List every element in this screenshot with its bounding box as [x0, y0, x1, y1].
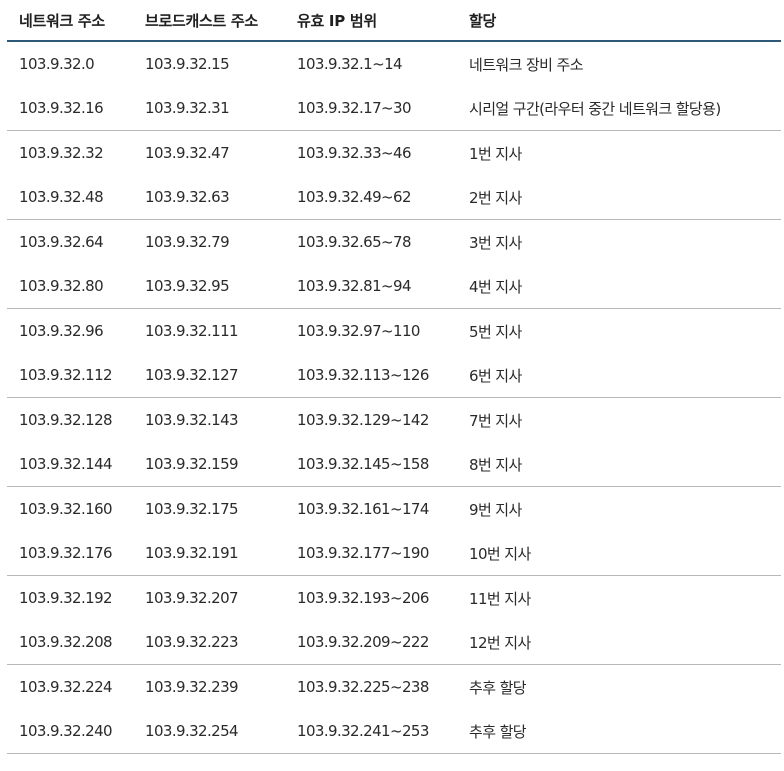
- cell-valid-ip-range: 103.9.32.65~78: [297, 233, 412, 251]
- cell-network-address: 103.9.32.240: [7, 709, 133, 754]
- table-row: 103.9.32.16 103.9.32.31 103.9.32.17~30 시리얼 …: [7, 86, 781, 131]
- cell-broadcast-address: 103.9.32.63: [133, 175, 285, 220]
- header-broadcast-address: 브로드캐스트 주소: [133, 0, 285, 42]
- cell-valid-ip-range: 103.9.32.177~190: [285, 531, 457, 576]
- cell-allocation: 6번 지사: [457, 353, 781, 398]
- cell-broadcast-address: 103.9.32.191: [133, 531, 285, 576]
- cell-network-address: 103.9.32.128: [19, 411, 113, 429]
- table-row: 103.9.32.32 103.9.32.47 103.9.32.33~46 1번 지…: [7, 131, 781, 176]
- cell-network-address: 103.9.32.96: [19, 322, 104, 340]
- cell-network-address: 103.9.32.208: [7, 620, 133, 665]
- table-row: 103.9.32.80 103.9.32.95 103.9.32.81~94 4번 지…: [7, 264, 781, 309]
- cell-network-address: 103.9.32.64: [19, 233, 104, 251]
- cell-valid-ip-range: 103.9.32.225~238: [297, 678, 429, 696]
- cell-allocation: 4번 지사: [457, 264, 781, 309]
- cell-broadcast-address: 103.9.32.79: [145, 233, 230, 251]
- cell-broadcast-address: 103.9.32.223: [133, 620, 285, 665]
- table-row: 103.9.32.160 103.9.32.175 103.9.32.161~174…: [7, 487, 781, 532]
- table-header: 네트워크 주소 브로드캐스트 주소 유효 IP 범위 할당: [7, 0, 781, 42]
- cell-broadcast-address: 103.9.32.95: [133, 264, 285, 309]
- table-body: 103.9.32.0 103.9.32.15 103.9.32.1~14 네트워크 장…: [7, 41, 781, 754]
- table-row: 103.9.32.64 103.9.32.79 103.9.32.65~78 3번 지…: [7, 220, 781, 265]
- cell-broadcast-address: 103.9.32.15: [145, 55, 230, 73]
- cell-network-address: 103.9.32.48: [7, 175, 133, 220]
- cell-broadcast-address: 103.9.32.207: [145, 589, 239, 607]
- cell-broadcast-address: 103.9.32.111: [145, 322, 239, 340]
- cell-broadcast-address: 103.9.32.239: [145, 678, 239, 696]
- cell-valid-ip-range: 103.9.32.81~94: [285, 264, 457, 309]
- cell-valid-ip-range: 103.9.32.161~174: [297, 500, 429, 518]
- cell-network-address: 103.9.32.80: [7, 264, 133, 309]
- cell-valid-ip-range: 103.9.32.145~158: [285, 442, 457, 487]
- cell-broadcast-address: 103.9.32.254: [133, 709, 285, 754]
- cell-broadcast-address: 103.9.32.127: [133, 353, 285, 398]
- cell-valid-ip-range: 103.9.32.113~126: [285, 353, 457, 398]
- table-row: 103.9.32.96 103.9.32.111 103.9.32.97~110 5번…: [7, 309, 781, 354]
- cell-valid-ip-range: 103.9.32.193~206: [297, 589, 429, 607]
- cell-network-address: 103.9.32.160: [19, 500, 113, 518]
- header-valid-ip-range: 유효 IP 범위: [285, 0, 457, 42]
- table-row: 103.9.32.240 103.9.32.254 103.9.32.241~253…: [7, 709, 781, 754]
- cell-valid-ip-range: 103.9.32.97~110: [297, 322, 420, 340]
- cell-valid-ip-range: 103.9.32.209~222: [285, 620, 457, 665]
- table-header-row: 네트워크 주소 브로드캐스트 주소 유효 IP 범위 할당: [7, 0, 781, 42]
- cell-allocation: 시리얼 구간(라우터 중간 네트워크 할당용): [457, 86, 781, 131]
- cell-allocation: 12번 지사: [457, 620, 781, 665]
- cell-broadcast-address: 103.9.32.159: [133, 442, 285, 487]
- table-row: 103.9.32.208 103.9.32.223 103.9.32.209~222…: [7, 620, 781, 665]
- cell-network-address: 103.9.32.0: [19, 55, 95, 73]
- cell-allocation: 3번 지사: [469, 233, 522, 252]
- cell-allocation: 1번 지사: [469, 144, 522, 163]
- cell-allocation: 네트워크 장비 주소: [469, 55, 584, 74]
- cell-broadcast-address: 103.9.32.175: [145, 500, 239, 518]
- cell-allocation: 7번 지사: [469, 411, 522, 430]
- cell-network-address: 103.9.32.192: [19, 589, 113, 607]
- cell-allocation: 추후 할당: [469, 678, 527, 697]
- table-row: 103.9.32.112 103.9.32.127 103.9.32.113~126…: [7, 353, 781, 398]
- cell-allocation: 10번 지사: [457, 531, 781, 576]
- cell-valid-ip-range: 103.9.32.241~253: [285, 709, 457, 754]
- cell-network-address: 103.9.32.32: [19, 144, 104, 162]
- cell-broadcast-address: 103.9.32.47: [145, 144, 230, 162]
- table-row: 103.9.32.0 103.9.32.15 103.9.32.1~14 네트워크 장…: [7, 41, 781, 86]
- cell-valid-ip-range: 103.9.32.49~62: [285, 175, 457, 220]
- cell-valid-ip-range: 103.9.32.17~30: [285, 86, 457, 131]
- cell-allocation: 8번 지사: [457, 442, 781, 487]
- cell-network-address: 103.9.32.16: [7, 86, 133, 131]
- cell-allocation: 11번 지사: [469, 589, 531, 608]
- cell-broadcast-address: 103.9.32.31: [133, 86, 285, 131]
- cell-network-address: 103.9.32.144: [7, 442, 133, 487]
- cell-allocation: 9번 지사: [469, 500, 522, 519]
- table-row: 103.9.32.192 103.9.32.207 103.9.32.193~206…: [7, 576, 781, 621]
- cell-network-address: 103.9.32.112: [7, 353, 133, 398]
- cell-network-address: 103.9.32.224: [19, 678, 113, 696]
- table-row: 103.9.32.128 103.9.32.143 103.9.32.129~142…: [7, 398, 781, 443]
- cell-allocation: 2번 지사: [457, 175, 781, 220]
- cell-valid-ip-range: 103.9.32.129~142: [297, 411, 429, 429]
- header-network-address: 네트워크 주소: [7, 0, 133, 42]
- cell-allocation: 추후 할당: [457, 709, 781, 754]
- table-row: 103.9.32.144 103.9.32.159 103.9.32.145~158…: [7, 442, 781, 487]
- table-row: 103.9.32.224 103.9.32.239 103.9.32.225~238…: [7, 665, 781, 710]
- cell-allocation: 5번 지사: [469, 322, 522, 341]
- subnet-allocation-table: 네트워크 주소 브로드캐스트 주소 유효 IP 범위 할당 103.9.32.0…: [7, 0, 781, 754]
- header-allocation: 할당: [457, 0, 781, 42]
- cell-broadcast-address: 103.9.32.143: [145, 411, 239, 429]
- table-row: 103.9.32.176 103.9.32.191 103.9.32.177~190…: [7, 531, 781, 576]
- cell-network-address: 103.9.32.176: [7, 531, 133, 576]
- cell-valid-ip-range: 103.9.32.1~14: [297, 55, 403, 73]
- cell-valid-ip-range: 103.9.32.33~46: [297, 144, 412, 162]
- table-row: 103.9.32.48 103.9.32.63 103.9.32.49~62 2번 지…: [7, 175, 781, 220]
